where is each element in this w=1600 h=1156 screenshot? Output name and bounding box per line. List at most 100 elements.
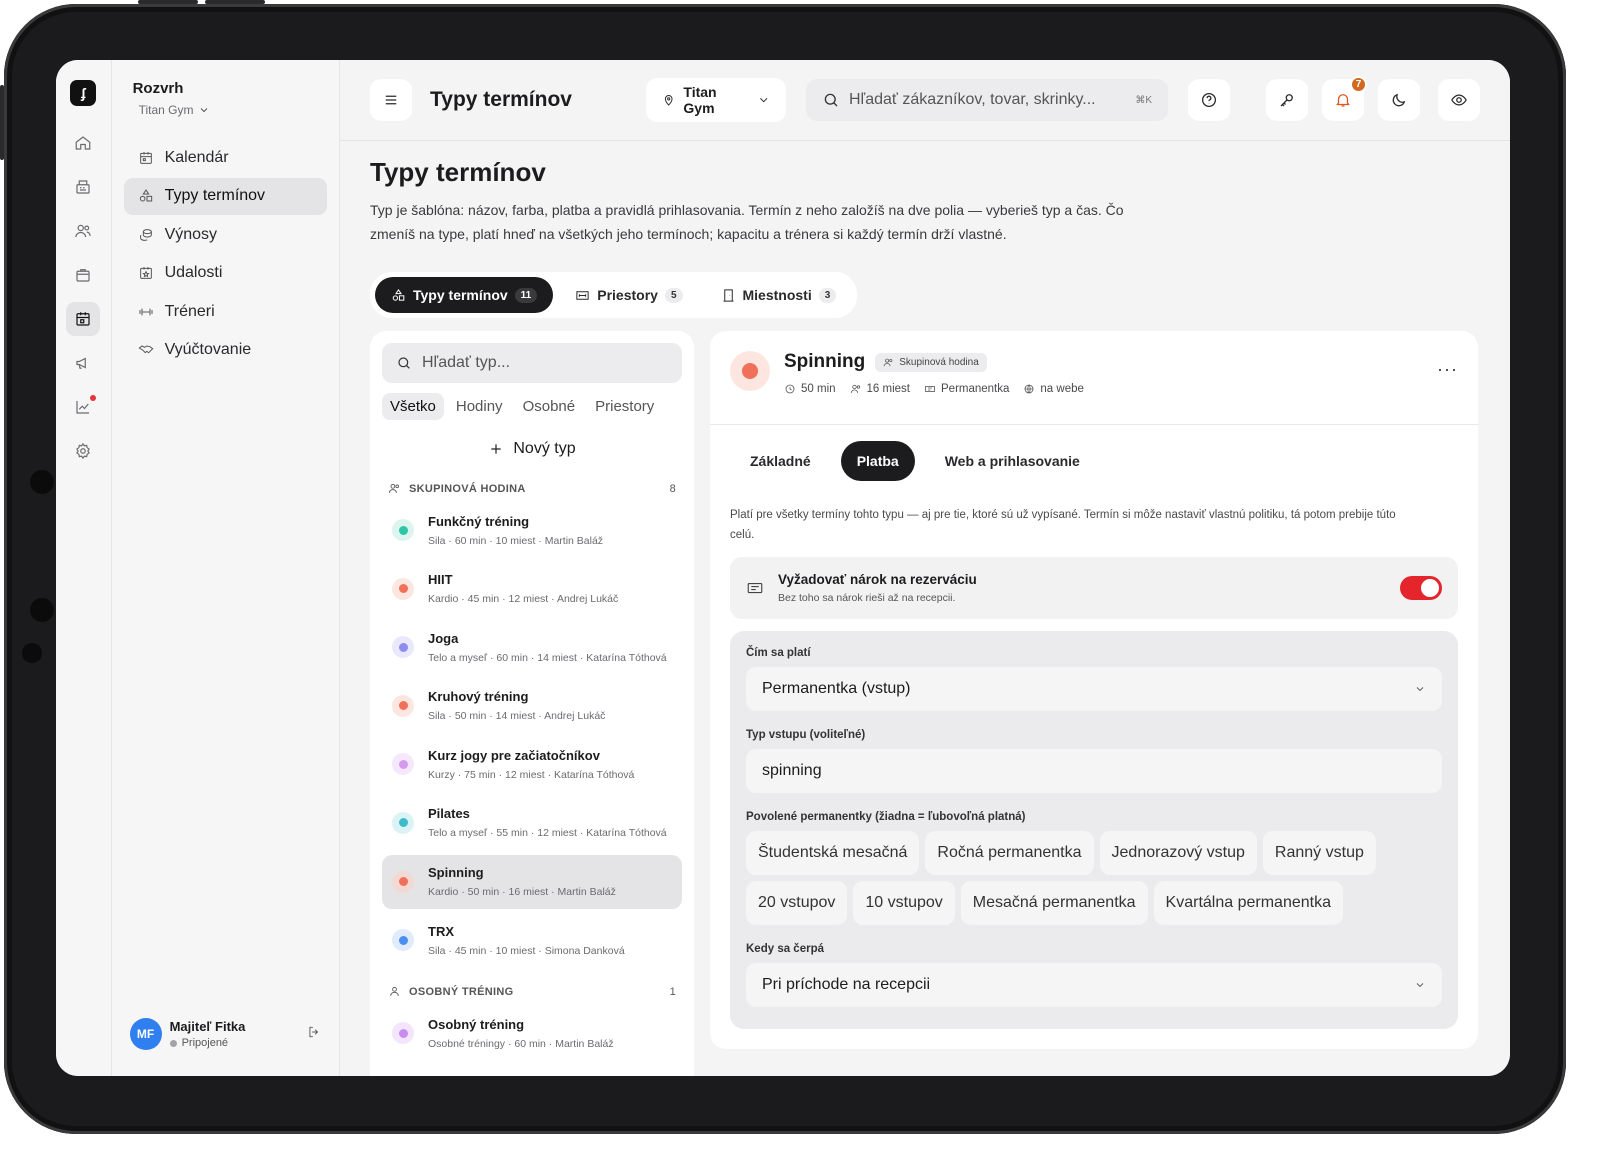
- main-area: Typy termínov Titan Gym Hľadať zákazníko…: [340, 60, 1510, 1076]
- require-toggle[interactable]: [1400, 576, 1442, 600]
- allowed-passes: Študentská mesačná Ročná permanentka Jedno…: [746, 831, 1442, 925]
- tab-typy-terminov[interactable]: Typy termínov 11: [375, 277, 554, 313]
- logout-button[interactable]: [307, 1025, 321, 1044]
- user-profile[interactable]: MF Majiteľ Fitka Pripojené: [129, 1018, 321, 1050]
- type-list-item[interactable]: Kruhový tréning Sila · 50 min · 14 miest …: [382, 679, 682, 733]
- tab-web-prihlasovanie[interactable]: Web a prihlasovanie: [925, 441, 1100, 481]
- shop-nav[interactable]: [66, 258, 100, 292]
- customers-nav[interactable]: [66, 214, 100, 248]
- type-color-dot: [730, 351, 770, 391]
- tab-miestnosti[interactable]: Miestnosti 3: [705, 277, 853, 313]
- tab-zakladne[interactable]: Základné: [730, 441, 831, 481]
- chevron-down-icon: [201, 108, 208, 113]
- app-logo[interactable]: ʄ: [70, 80, 97, 106]
- type-category-chip: Skupinová hodina: [875, 352, 987, 372]
- gym-name: Titan Gym: [138, 103, 194, 117]
- type-meta: 50 min 16 miest Permanentka na webe: [784, 383, 1084, 395]
- type-detail-panel: Spinning Skupinová hodina 50 min 16 mies…: [710, 331, 1478, 1049]
- filter-priestory[interactable]: Priestory: [587, 393, 662, 420]
- sidebar-item-udalosti[interactable]: Udalosti: [124, 255, 327, 292]
- gear-icon: [76, 442, 91, 460]
- new-type-button[interactable]: Nový typ: [382, 434, 682, 464]
- key-button[interactable]: [1266, 79, 1308, 121]
- chevron-down-icon: [1416, 983, 1424, 988]
- type-list-item[interactable]: Osobný tréning Osobné tréningy · 60 min ·…: [382, 1006, 682, 1060]
- pass-chip[interactable]: Kvartálna permanentka: [1153, 881, 1343, 925]
- entry-type-input[interactable]: spinning: [746, 749, 1442, 793]
- notifications-button[interactable]: 7: [1322, 76, 1367, 121]
- pass-chip[interactable]: Jednorazový vstup: [1099, 831, 1257, 875]
- sidebar-item-vyuctovanie[interactable]: Vyúčtovanie: [124, 332, 327, 369]
- chip-label: Skupinová hodina: [899, 356, 979, 368]
- preview-button[interactable]: [1438, 79, 1480, 121]
- chart-icon: [76, 401, 90, 414]
- type-item-name: Spinning: [428, 865, 484, 881]
- eye-icon: [1451, 94, 1467, 106]
- pass-chip[interactable]: Mesačná permanentka: [960, 881, 1148, 925]
- marketing-nav[interactable]: [66, 346, 100, 380]
- ticket-icon: [747, 582, 763, 594]
- shapes-icon: [139, 189, 152, 202]
- type-list-item[interactable]: HIIT Kardio · 45 min · 12 miest · Andrej …: [382, 562, 682, 616]
- type-list-item[interactable]: Spinning Kardio · 50 min · 16 miest · Mar…: [382, 854, 682, 909]
- help-button[interactable]: [1188, 79, 1230, 121]
- sidebar-nav: Kalendár Typy termínov Výnosy Udalosti T…: [123, 139, 327, 369]
- pass-chip[interactable]: 20 vstupov: [746, 881, 848, 925]
- filter-hodiny[interactable]: Hodiny: [448, 393, 511, 420]
- global-search-input[interactable]: Hľadať zákazníkov, tovar, skrinky... ⌘K: [806, 79, 1168, 121]
- meta-payment: Permanentka: [924, 383, 1009, 395]
- gym-selector-label: Titan Gym: [683, 84, 717, 116]
- type-search-input[interactable]: Hľadať typ...: [382, 343, 682, 383]
- tab-priestory[interactable]: Priestory 5: [559, 277, 698, 313]
- schedule-nav[interactable]: [66, 302, 101, 336]
- filter-vsetko[interactable]: Všetko: [382, 393, 444, 420]
- menu-button[interactable]: [370, 79, 412, 121]
- detail-header: Spinning Skupinová hodina 50 min 16 mies…: [710, 331, 1478, 425]
- new-type-label: Nový typ: [513, 440, 576, 457]
- type-list-item[interactable]: Pilates Telo a myseľ · 55 min · 12 miest …: [382, 796, 682, 850]
- filter-osobne[interactable]: Osobné: [515, 393, 584, 420]
- pass-chip[interactable]: Študentská mesačná: [746, 831, 920, 875]
- dark-mode-button[interactable]: [1378, 79, 1420, 121]
- gym-switcher[interactable]: Titan Gym: [139, 103, 327, 117]
- side-button: [0, 85, 4, 160]
- help-icon: [1201, 92, 1217, 108]
- topbar: Typy termínov Titan Gym Hľadať zákazníko…: [340, 60, 1510, 141]
- event-star-icon: [139, 267, 152, 279]
- pass-chip[interactable]: Ročná permanentka: [925, 831, 1094, 875]
- type-list-item[interactable]: Joga Telo a myseľ · 60 min · 14 miest · K…: [382, 620, 682, 674]
- sidebar-item-vynosy[interactable]: Výnosy: [124, 216, 327, 253]
- megaphone-icon: [76, 357, 87, 369]
- type-item-name: Kruhový tréning: [428, 689, 529, 705]
- type-color-dot: [392, 636, 414, 659]
- pass-chip[interactable]: 10 vstupov: [853, 881, 955, 925]
- more-options-button[interactable]: ···: [1437, 359, 1458, 380]
- type-list-item[interactable]: Kurz jogy pre začiatočníkov Kurzy · 75 mi…: [382, 737, 682, 791]
- type-list-item[interactable]: TRX Sila · 45 min · 10 miest · Simona Dan…: [382, 913, 682, 967]
- sidebar-item-kalendar[interactable]: Kalendár: [124, 139, 327, 176]
- gym-selector[interactable]: Titan Gym: [646, 78, 786, 122]
- pay-method-select[interactable]: Permanentka (vstup): [746, 667, 1442, 711]
- type-list-item[interactable]: Funkčný tréning Sila · 60 min · 10 miest …: [382, 503, 682, 557]
- sidebar-item-treneri[interactable]: Tréneri: [124, 293, 327, 330]
- home-nav[interactable]: [66, 126, 100, 160]
- group-header: SKUPINOVÁ HODINA 8: [388, 482, 676, 495]
- type-groups: SKUPINOVÁ HODINA 8 Funkčný tréning Sila · 6…: [382, 482, 682, 1060]
- sidebar-item-typy-terminov[interactable]: Typy termínov: [123, 177, 327, 215]
- require-subtitle: Bez toho sa nárok rieši až na recepcii.: [778, 592, 956, 604]
- type-item-name: TRX: [428, 923, 454, 939]
- reports-nav[interactable]: [66, 390, 100, 424]
- consumption-select[interactable]: Pri príchode na recepcii: [746, 963, 1442, 1007]
- tab-platba[interactable]: Platba: [840, 441, 915, 481]
- pos-nav[interactable]: [66, 170, 100, 204]
- page-title: Typy termínov: [370, 157, 546, 187]
- status-dot: [169, 1039, 177, 1047]
- meta-duration: 50 min: [784, 383, 836, 395]
- sidebar-item-label: Udalosti: [164, 264, 223, 281]
- pass-chip[interactable]: Ranný vstup: [1262, 831, 1376, 875]
- type-item-meta: Kurzy · 75 min · 12 miest · Katarína Tót…: [428, 768, 635, 781]
- icon-rail: ʄ: [56, 60, 112, 1076]
- clock-icon: [785, 384, 795, 394]
- settings-nav[interactable]: [66, 434, 100, 468]
- user-status: Pripojené: [169, 1037, 246, 1049]
